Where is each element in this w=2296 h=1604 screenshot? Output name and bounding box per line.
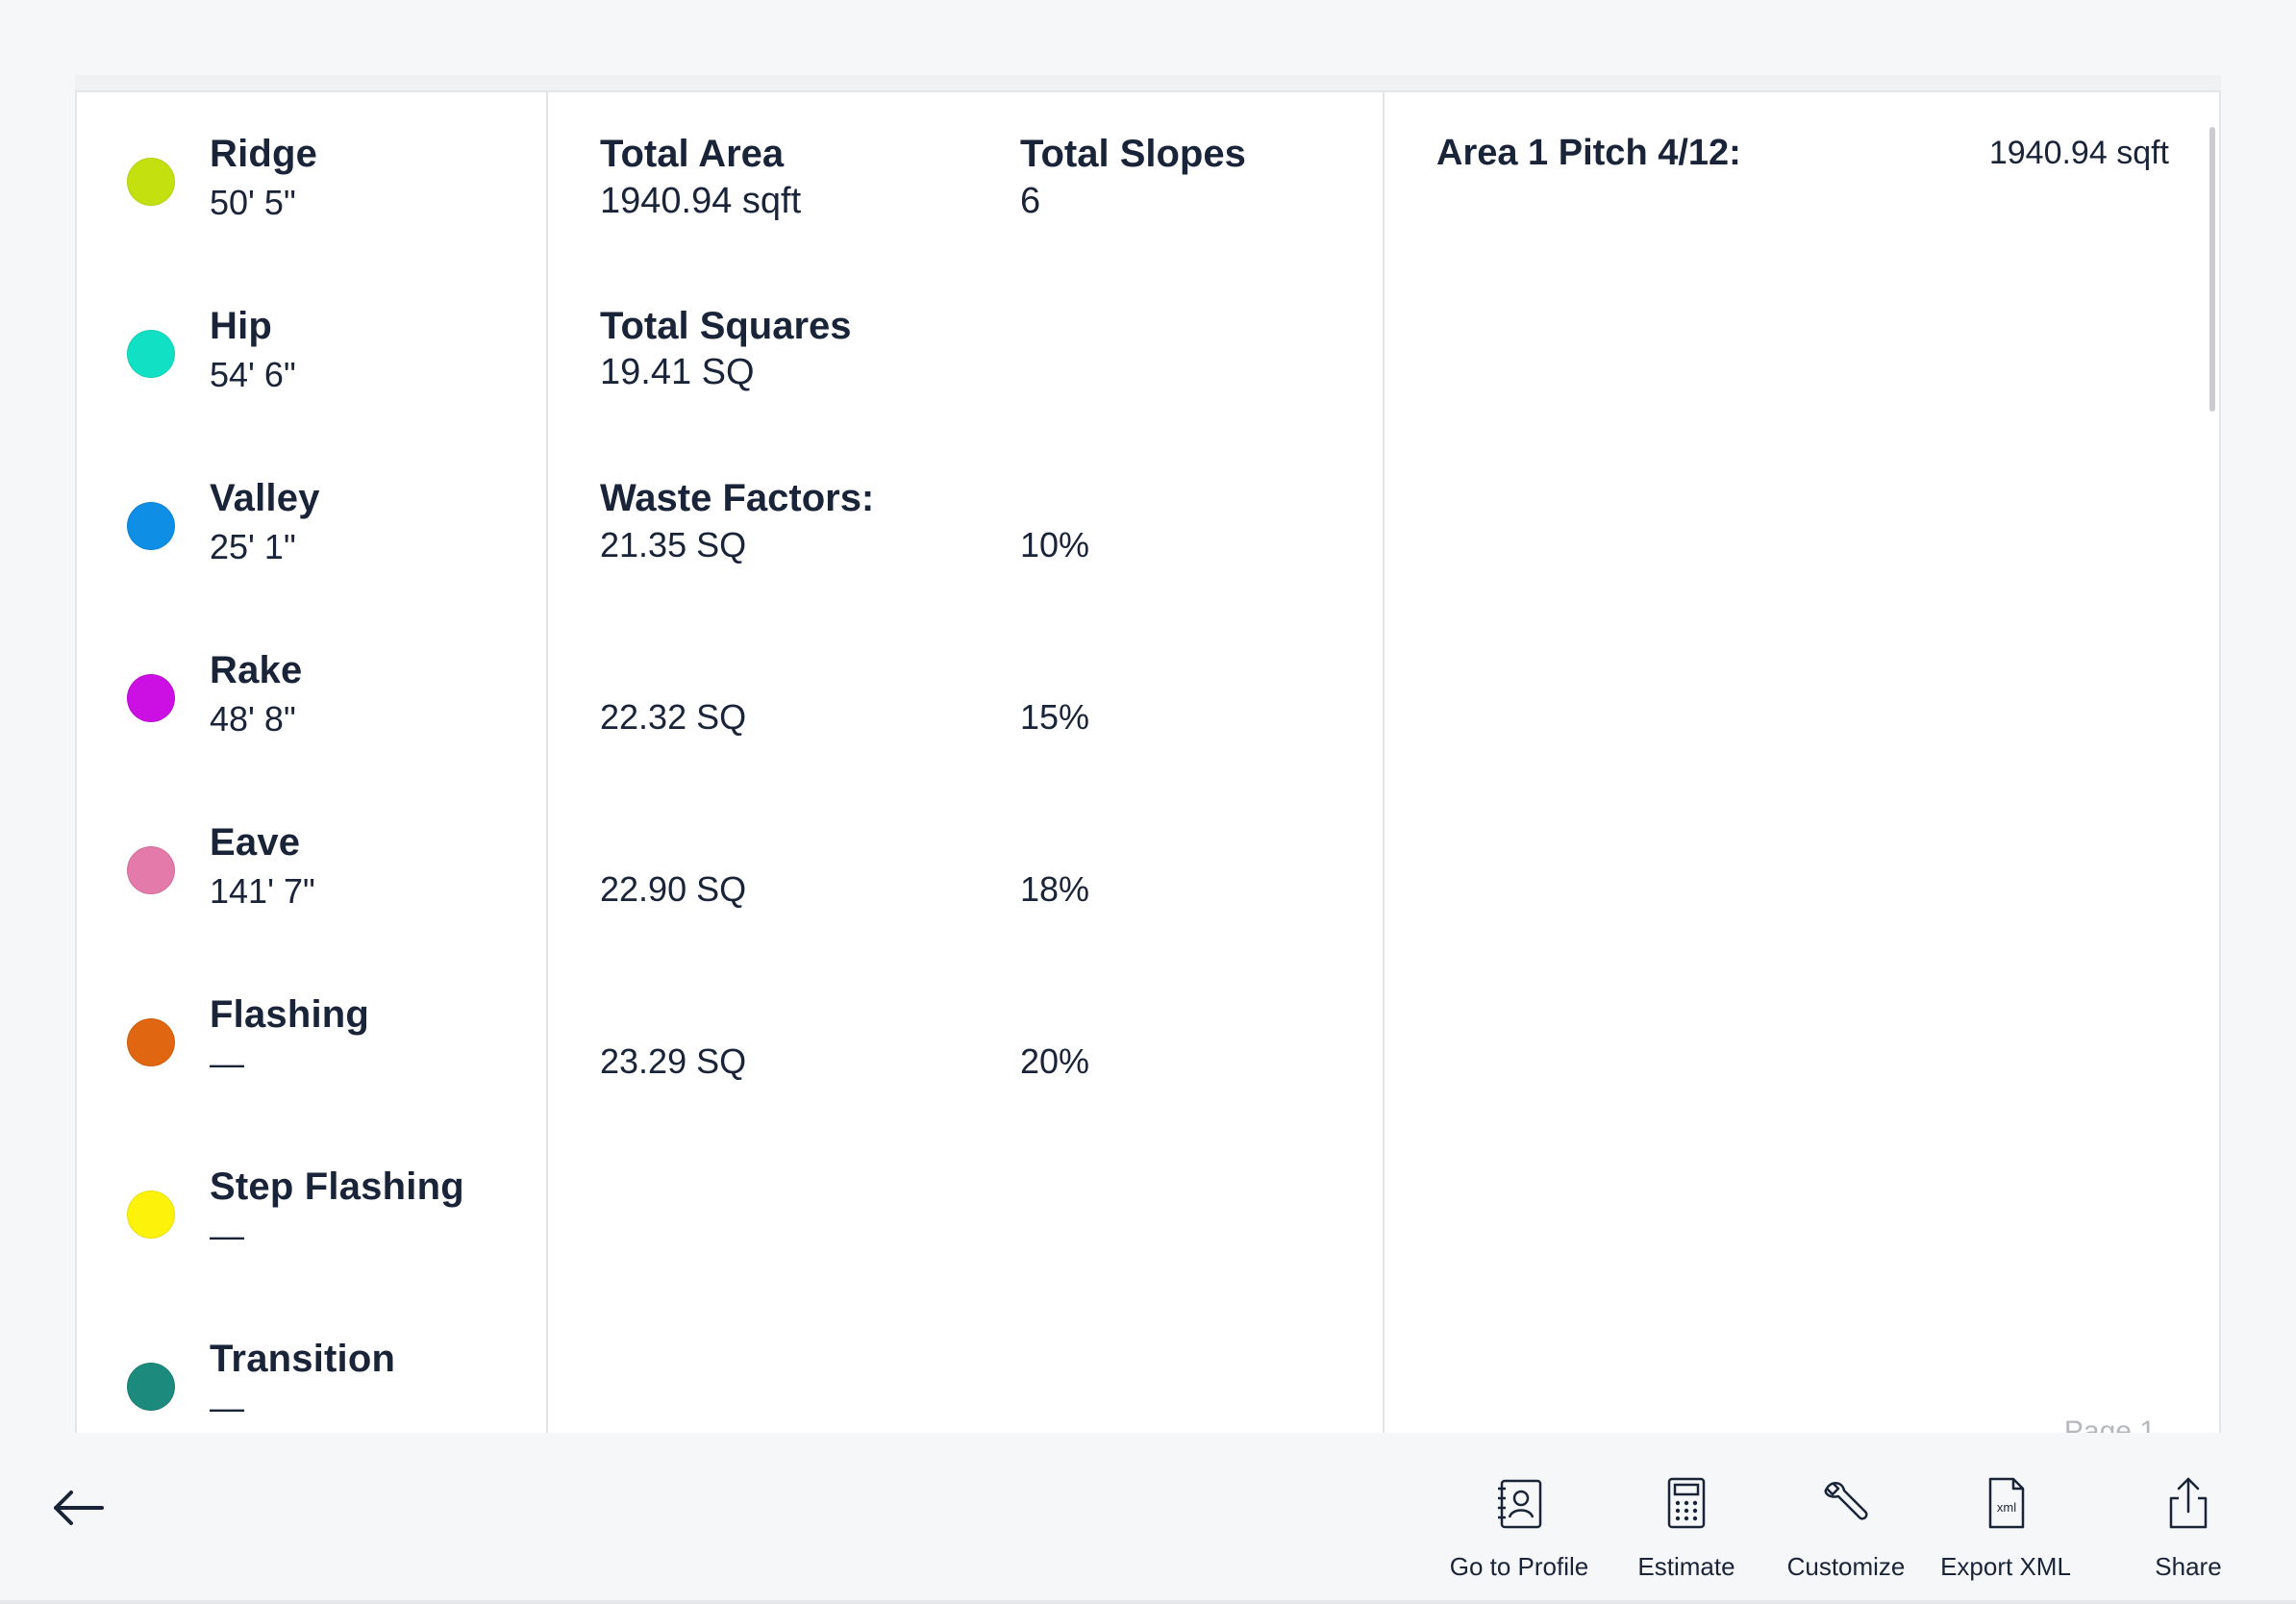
legend-value: 54' 6" bbox=[210, 355, 296, 394]
scrollbar[interactable] bbox=[2209, 127, 2215, 412]
estimate-button[interactable]: Estimate bbox=[1600, 1475, 1773, 1591]
sheet-top-strip bbox=[75, 75, 2221, 90]
go-to-profile-button[interactable]: Go to Profile bbox=[1433, 1475, 1606, 1591]
waste-factors-label: Waste Factors: bbox=[600, 477, 875, 519]
legend-name: Eave bbox=[210, 821, 301, 864]
legend-item-rake: Rake 48' 8" bbox=[127, 649, 531, 764]
area-value: 1940.94 sqft bbox=[1988, 135, 2169, 171]
total-squares-label: Total Squares bbox=[600, 305, 852, 347]
valley-color-dot bbox=[127, 502, 175, 550]
export-xml-label: Export XML bbox=[1940, 1552, 2071, 1581]
go-to-profile-label: Go to Profile bbox=[1449, 1552, 1589, 1581]
total-squares-value: 19.41 SQ bbox=[600, 352, 755, 392]
legend-name: Flashing bbox=[210, 993, 370, 1036]
legend-name: Transition bbox=[210, 1338, 396, 1380]
share-icon bbox=[2169, 1477, 2208, 1529]
legend-value: 48' 8" bbox=[210, 699, 296, 739]
report-sheet: Ridge 50' 5" Hip 54' 6" Valley 25' 1" Ra… bbox=[75, 90, 2221, 1433]
legend-name: Valley bbox=[210, 477, 320, 519]
legend-value: — bbox=[210, 1043, 244, 1083]
waste-squares-value: 23.29 SQ bbox=[600, 1041, 747, 1081]
calculator-icon bbox=[1667, 1477, 1706, 1529]
legend-name: Rake bbox=[210, 649, 303, 691]
legend-name: Step Flashing bbox=[210, 1165, 464, 1208]
legend-item-flashing: Flashing — bbox=[127, 993, 531, 1109]
flashing-color-dot bbox=[127, 1018, 175, 1066]
svg-text:xml: xml bbox=[1997, 1500, 2016, 1515]
legend-value: — bbox=[210, 1216, 244, 1255]
legend-value: 141' 7" bbox=[210, 871, 315, 911]
wrench-icon bbox=[1824, 1482, 1868, 1520]
waste-percent-value: 20% bbox=[1020, 1041, 1090, 1081]
legend-item-ridge: Ridge 50' 5" bbox=[127, 133, 531, 248]
waste-percent-value: 10% bbox=[1020, 525, 1090, 564]
customize-label: Customize bbox=[1786, 1552, 1906, 1581]
legend-item-eave: Eave 141' 7" bbox=[127, 821, 531, 937]
contact-book-icon bbox=[1498, 1479, 1542, 1529]
estimate-label: Estimate bbox=[1637, 1552, 1735, 1581]
waste-squares-value: 22.90 SQ bbox=[600, 869, 747, 909]
bottom-edge bbox=[0, 1600, 2296, 1604]
share-label: Share bbox=[2155, 1552, 2222, 1581]
export-xml-button[interactable]: xml Export XML bbox=[1919, 1475, 2092, 1591]
legend-item-step-flashing: Step Flashing — bbox=[127, 1165, 531, 1281]
share-button[interactable]: Share bbox=[2102, 1475, 2275, 1591]
page-number: Page 1 bbox=[2063, 1416, 2156, 1433]
waste-squares-value: 22.32 SQ bbox=[600, 697, 747, 737]
rake-color-dot bbox=[127, 674, 175, 722]
waste-percent-value: 18% bbox=[1020, 869, 1090, 909]
arrow-left-icon bbox=[54, 1491, 104, 1525]
waste-percent-value: 15% bbox=[1020, 697, 1090, 737]
total-area-label: Total Area bbox=[600, 133, 785, 175]
ridge-color-dot bbox=[127, 158, 175, 206]
legend-value: 25' 1" bbox=[210, 527, 296, 566]
legend-value: 50' 5" bbox=[210, 183, 296, 222]
column-divider bbox=[546, 92, 548, 1433]
total-slopes-value: 6 bbox=[1020, 181, 1041, 221]
legend-name: Hip bbox=[210, 305, 273, 347]
transition-color-dot bbox=[127, 1363, 175, 1411]
waste-squares-value: 21.35 SQ bbox=[600, 525, 747, 564]
xml-file-icon: xml bbox=[1988, 1477, 2025, 1529]
hip-color-dot bbox=[127, 330, 175, 378]
back-button[interactable] bbox=[50, 1479, 108, 1537]
legend-item-transition: Transition — bbox=[127, 1338, 531, 1433]
legend-value: — bbox=[210, 1388, 244, 1427]
step-flashing-color-dot bbox=[127, 1190, 175, 1239]
area-pitch-label: Area 1 Pitch 4/12: bbox=[1436, 133, 1741, 173]
legend-item-hip: Hip 54' 6" bbox=[127, 305, 531, 420]
column-divider bbox=[1383, 92, 1385, 1433]
total-area-value: 1940.94 sqft bbox=[600, 181, 802, 221]
eave-color-dot bbox=[127, 846, 175, 894]
total-slopes-label: Total Slopes bbox=[1020, 133, 1246, 175]
legend-item-valley: Valley 25' 1" bbox=[127, 477, 531, 592]
legend-name: Ridge bbox=[210, 133, 318, 175]
bottom-toolbar: Go to Profile Estimate Customize xml Exp… bbox=[0, 1433, 2296, 1604]
customize-button[interactable]: Customize bbox=[1759, 1475, 1933, 1591]
